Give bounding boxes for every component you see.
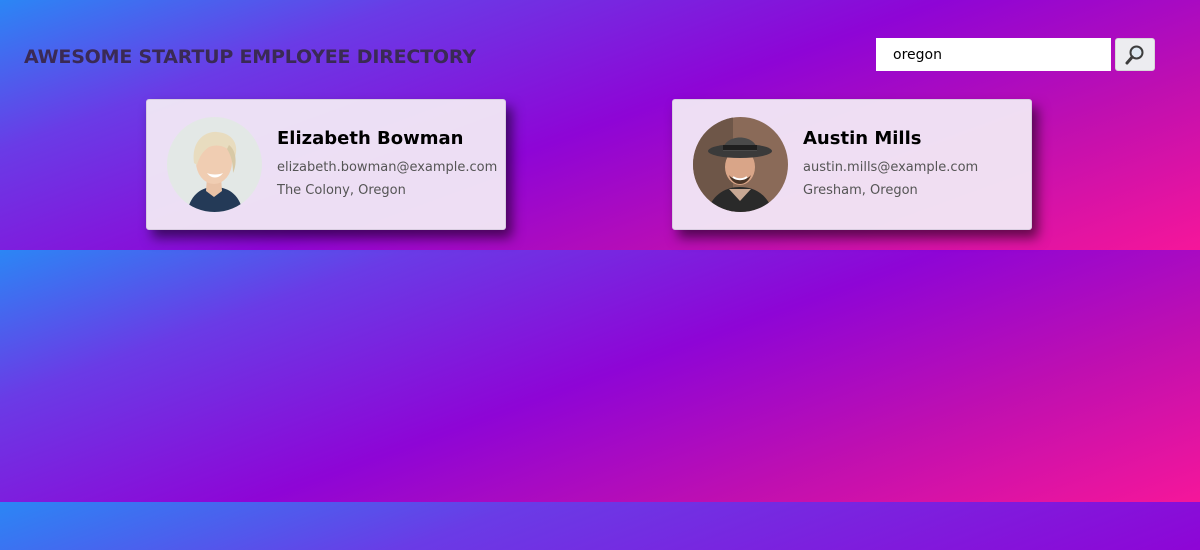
gradient-background-bottom [0, 502, 1200, 550]
employee-info: Austin Mills austin.mills@example.com Gr… [803, 128, 978, 202]
gradient-background-middle [0, 250, 1200, 502]
avatar [167, 117, 262, 212]
employee-info: Elizabeth Bowman elizabeth.bowman@exampl… [277, 128, 497, 202]
employee-name: Elizabeth Bowman [277, 127, 464, 149]
avatar [693, 117, 788, 212]
employee-location: The Colony, Oregon [277, 182, 406, 198]
search-button[interactable] [1115, 38, 1155, 71]
page-title: AWESOME STARTUP EMPLOYEE DIRECTORY [24, 46, 476, 68]
employee-location: Gresham, Oregon [803, 182, 918, 198]
employee-photo-icon [693, 117, 788, 212]
search-form [876, 38, 1155, 71]
employee-card[interactable]: Austin Mills austin.mills@example.com Gr… [672, 99, 1032, 230]
magnifying-glass-icon [1125, 45, 1144, 64]
employee-name: Austin Mills [803, 127, 922, 149]
search-input[interactable] [876, 38, 1111, 71]
employee-email: elizabeth.bowman@example.com [277, 159, 498, 175]
employee-email: austin.mills@example.com [803, 159, 979, 175]
employee-photo-icon [167, 117, 262, 212]
employee-card[interactable]: Elizabeth Bowman elizabeth.bowman@exampl… [146, 99, 506, 230]
